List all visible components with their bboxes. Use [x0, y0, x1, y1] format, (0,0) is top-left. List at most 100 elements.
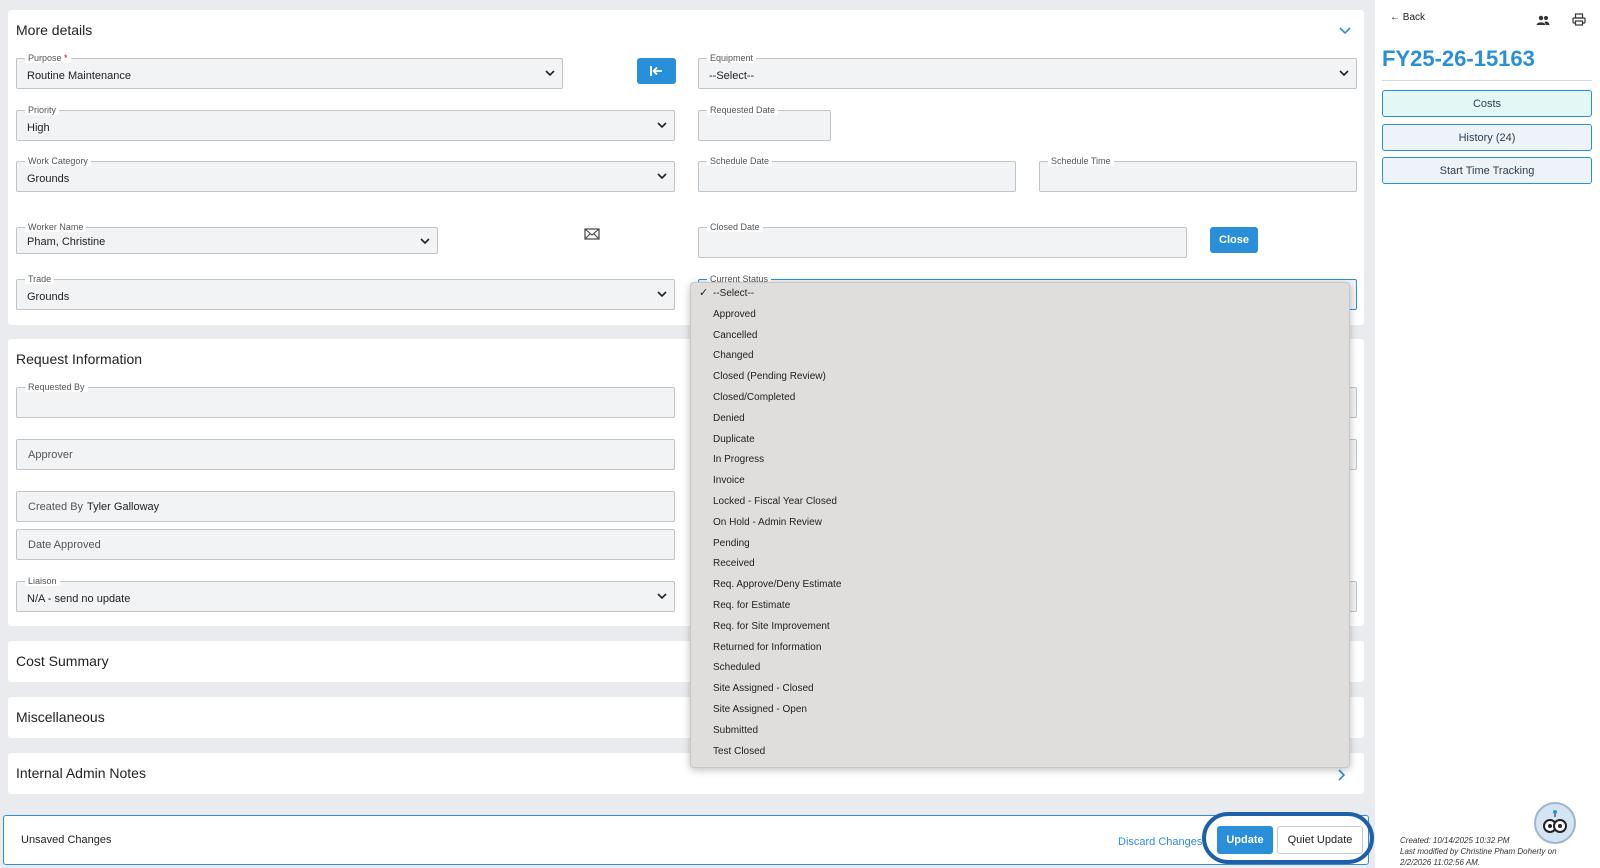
- status-option[interactable]: Duplicate: [713, 434, 755, 445]
- robot-icon: [1543, 810, 1567, 833]
- approver-label: Approver: [28, 449, 73, 461]
- history-button[interactable]: History (24): [1382, 124, 1592, 151]
- liaison-select[interactable]: Liaison N/A - send no update: [16, 576, 675, 612]
- status-option[interactable]: Site Assigned - Closed: [713, 683, 814, 694]
- closed-date-field[interactable]: Closed Date: [698, 222, 1187, 258]
- status-option[interactable]: Test Closed: [713, 746, 765, 757]
- schedule-time-label: Schedule Time: [1048, 156, 1114, 166]
- close-button[interactable]: Close: [1210, 227, 1258, 253]
- work-category-value: Grounds: [27, 173, 70, 185]
- trade-select[interactable]: Trade Grounds: [16, 274, 675, 310]
- created-by-label: Created By: [28, 501, 84, 513]
- worker-name-label: Worker Name: [25, 222, 87, 232]
- discard-changes-link[interactable]: Discard Changes: [1118, 836, 1202, 848]
- start-time-tracking-button[interactable]: Start Time Tracking: [1382, 157, 1592, 184]
- arrow-left-icon: ←: [1390, 12, 1400, 23]
- unsaved-changes-text: Unsaved Changes: [21, 834, 112, 846]
- purpose-select[interactable]: Purpose * Routine Maintenance: [16, 53, 563, 89]
- status-option[interactable]: Req. Approve/Deny Estimate: [713, 579, 841, 590]
- record-sidebar: ← Back FY25-26-15163 Costs History (24) …: [1375, 0, 1600, 868]
- chevron-down-icon: [1339, 70, 1349, 77]
- status-option[interactable]: Closed/Completed: [713, 392, 795, 403]
- status-option[interactable]: Closed (Pending Review): [713, 371, 826, 382]
- status-option[interactable]: Pending: [713, 538, 750, 549]
- sidebar-divider: [1382, 80, 1592, 81]
- assistant-avatar[interactable]: [1534, 802, 1576, 844]
- status-option[interactable]: Site Assigned - Open: [713, 704, 807, 715]
- checkmark-icon: ✓: [699, 287, 709, 299]
- date-approved-label: Date Approved: [28, 539, 101, 551]
- main-content: More details Purpose * Routine Maintenan…: [0, 0, 1374, 868]
- status-option[interactable]: Req. for Estimate: [713, 600, 790, 611]
- priority-label: Priority: [25, 105, 60, 115]
- schedule-date-label: Schedule Date: [707, 156, 773, 166]
- chevron-down-icon[interactable]: [1338, 26, 1352, 36]
- back-label: Back: [1402, 12, 1426, 23]
- priority-select[interactable]: Priority High: [16, 105, 675, 141]
- chevron-down-icon: [657, 291, 667, 298]
- trade-value: Grounds: [27, 291, 70, 303]
- requested-by-label: Requested By: [25, 382, 88, 392]
- costs-button[interactable]: Costs: [1382, 90, 1592, 117]
- back-link[interactable]: ← Back: [1390, 12, 1425, 23]
- status-option[interactable]: Req. for Site Improvement: [713, 621, 830, 632]
- worker-name-value: Pham, Christine: [27, 236, 106, 248]
- status-option[interactable]: --Select--: [713, 288, 754, 299]
- closed-date-label: Closed Date: [707, 222, 763, 232]
- status-option[interactable]: Submitted: [713, 725, 758, 736]
- status-option[interactable]: In Progress: [713, 454, 764, 465]
- cost-summary-title: Cost Summary: [16, 653, 109, 669]
- created-by-value: Tyler Galloway: [87, 501, 160, 513]
- chevron-right-icon[interactable]: [1336, 768, 1346, 782]
- status-option[interactable]: Received: [713, 558, 755, 569]
- work-category-label: Work Category: [25, 156, 91, 166]
- approver-field[interactable]: Approver: [16, 439, 675, 470]
- equipment-select[interactable]: Equipment --Select--: [698, 53, 1357, 89]
- printer-icon[interactable]: [1572, 13, 1586, 26]
- status-option[interactable]: Denied: [713, 413, 745, 424]
- requested-date-field[interactable]: Requested Date: [698, 105, 831, 141]
- requested-by-field[interactable]: Requested By: [16, 382, 675, 418]
- schedule-time-field[interactable]: Schedule Time: [1039, 156, 1357, 192]
- update-button[interactable]: Update: [1217, 826, 1273, 854]
- purpose-label: Purpose: [28, 53, 62, 63]
- priority-value: High: [27, 122, 50, 134]
- current-status-dropdown: ✓ --Select-- Approved Cancelled Changed Clos…: [690, 282, 1350, 768]
- chevron-down-icon: [420, 238, 430, 245]
- status-option[interactable]: Cancelled: [713, 330, 757, 341]
- date-approved-field[interactable]: Date Approved: [16, 529, 675, 560]
- purpose-value: Routine Maintenance: [27, 70, 131, 82]
- collapse-left-button[interactable]: [637, 58, 676, 84]
- liaison-value: N/A - send no update: [27, 593, 131, 605]
- liaison-label: Liaison: [25, 576, 60, 586]
- chevron-down-icon: [657, 122, 667, 129]
- chevron-down-icon: [657, 593, 667, 600]
- status-option[interactable]: On Hold - Admin Review: [713, 517, 822, 528]
- status-option[interactable]: Returned for Information: [713, 642, 821, 653]
- required-marker: *: [64, 53, 68, 63]
- modified-info-line2: 2/2/2026 11:02:56 AM.: [1400, 858, 1481, 867]
- miscellaneous-title: Miscellaneous: [16, 709, 105, 725]
- equipment-value: --Select--: [709, 70, 755, 82]
- modified-info-line1: Last modified by Christine Pham Doherty …: [1400, 847, 1557, 856]
- unsaved-changes-bar: Unsaved Changes Discard Changes Update Q…: [3, 812, 1374, 865]
- chevron-down-icon: [545, 70, 555, 77]
- people-icon[interactable]: [1536, 14, 1550, 26]
- work-category-select[interactable]: Work Category Grounds: [16, 156, 675, 192]
- created-by-field: Created By Tyler Galloway: [16, 491, 675, 522]
- quiet-update-button[interactable]: Quiet Update: [1277, 826, 1363, 854]
- equipment-label: Equipment: [707, 53, 757, 63]
- arrow-left-bar-icon: [649, 66, 662, 76]
- envelope-icon[interactable]: [584, 228, 600, 240]
- status-option[interactable]: Invoice: [713, 475, 745, 486]
- trade-label: Trade: [25, 274, 55, 284]
- status-option[interactable]: Changed: [713, 350, 754, 361]
- created-info: Created: 10/14/2025 10:32 PM: [1400, 836, 1510, 845]
- status-option[interactable]: Scheduled: [713, 662, 760, 673]
- record-id-title: FY25-26-15163: [1382, 46, 1535, 71]
- schedule-date-field[interactable]: Schedule Date: [698, 156, 1016, 192]
- worker-name-select[interactable]: Worker Name Pham, Christine: [16, 222, 438, 254]
- status-option[interactable]: Approved: [713, 309, 756, 320]
- status-option[interactable]: Locked - Fiscal Year Closed: [713, 496, 837, 507]
- requested-date-label: Requested Date: [707, 105, 779, 115]
